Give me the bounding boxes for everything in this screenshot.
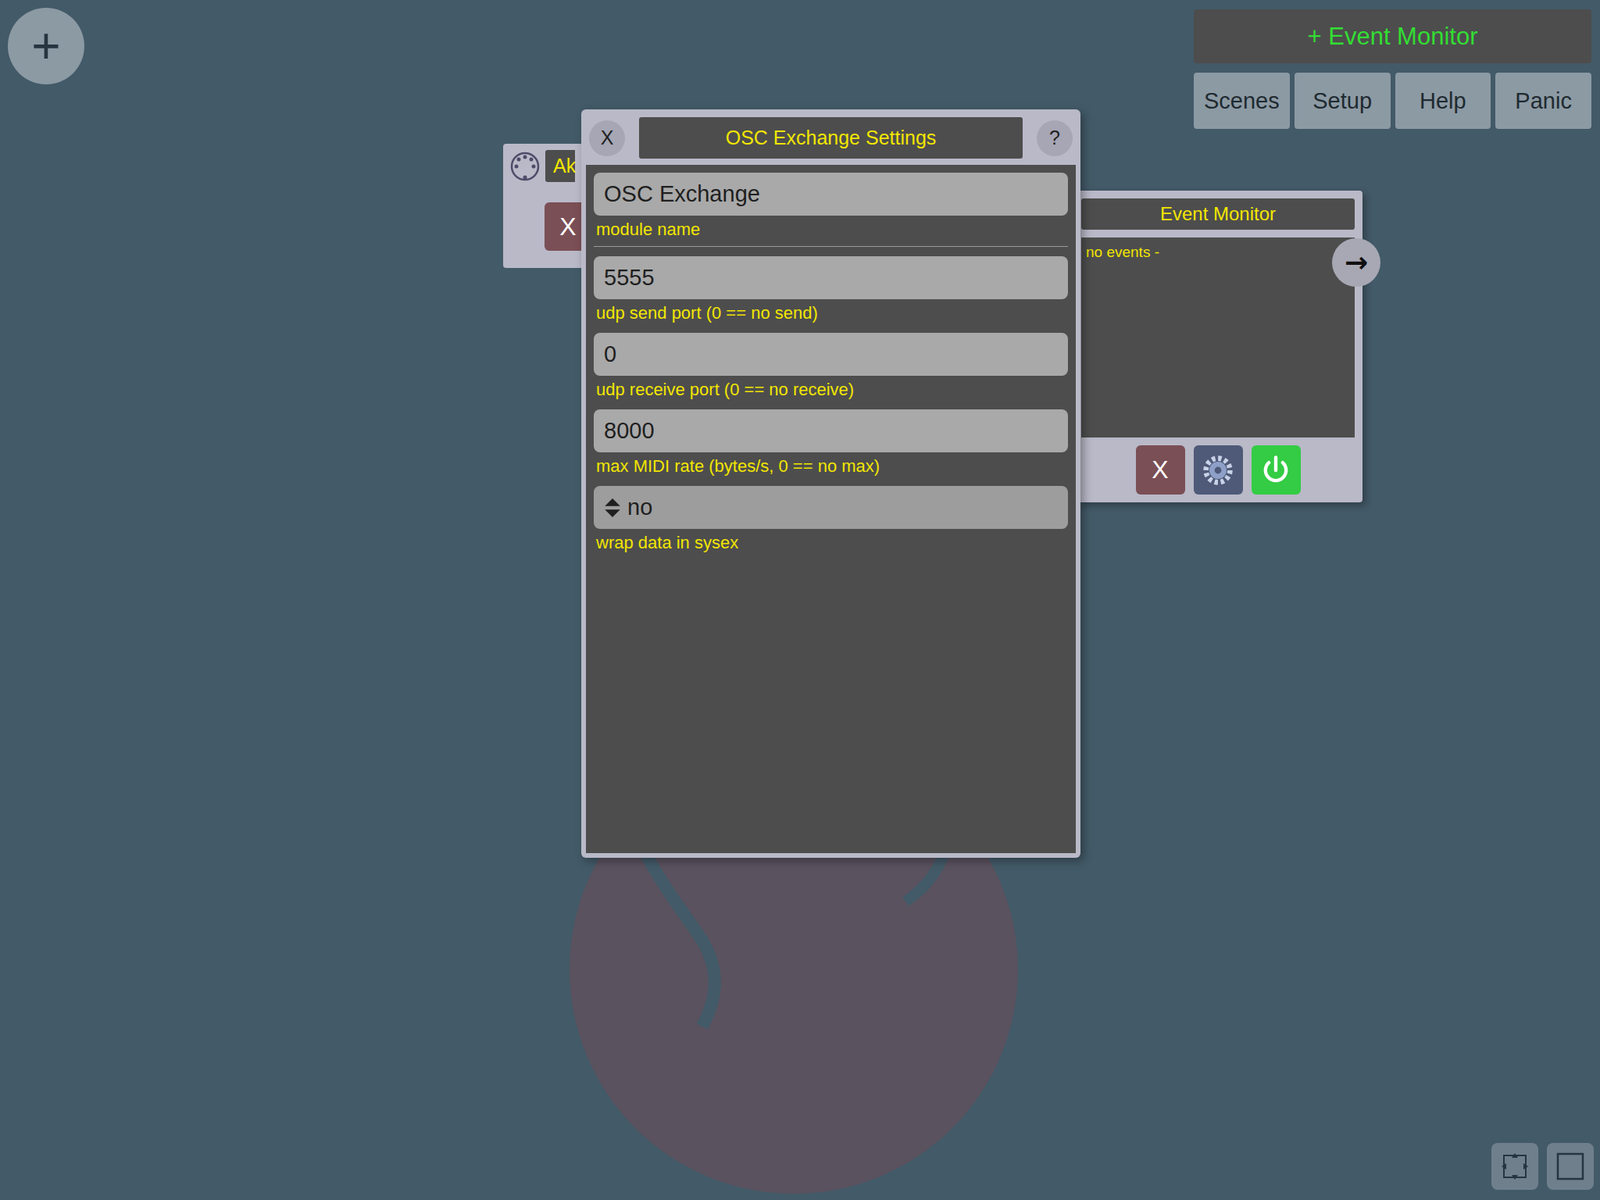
power-icon — [1258, 453, 1293, 488]
setting-row: 8000 max MIDI rate (bytes/s, 0 == no max) — [593, 409, 1068, 477]
settings-dialog: X OSC Exchange Settings? OSC Exchange modul… — [581, 109, 1081, 858]
updown-icon — [603, 497, 622, 518]
field-label: module name — [596, 219, 1066, 240]
module-name: Ak — [545, 150, 575, 183]
field-label: max MIDI rate (bytes/s, 0 == no max) — [596, 456, 1066, 477]
event-log: no events - — [1081, 237, 1355, 438]
field-label: udp send port (0 == no send) — [596, 303, 1066, 324]
help-button[interactable]: ? — [1036, 120, 1073, 157]
dialog-title: OSC Exchange Settings — [639, 117, 1023, 159]
canvas: + + Event Monitor ScenesSetupHelpPanic Ak X E… — [0, 0, 1600, 1200]
module-title: Event Monitor — [1081, 198, 1355, 230]
expand-icon — [1499, 1150, 1531, 1183]
field-label: wrap data in sysex — [596, 532, 1066, 554]
toolbar-button[interactable]: Panic — [1495, 72, 1592, 129]
settings-button[interactable] — [1193, 445, 1243, 495]
select-field[interactable]: no — [593, 485, 1068, 529]
text-field[interactable]: 8000 — [593, 409, 1068, 453]
fullscreen-button[interactable] — [1546, 1142, 1594, 1190]
text-field[interactable]: OSC Exchange — [593, 172, 1068, 216]
fit-view-button[interactable] — [1491, 1142, 1539, 1190]
output-arrow-button[interactable]: → — [1332, 238, 1381, 287]
close-button[interactable]: X — [1135, 445, 1186, 495]
view-controls — [1491, 1142, 1594, 1190]
text-field[interactable]: 0 — [593, 332, 1068, 376]
text-field[interactable]: 5555 — [593, 256, 1068, 300]
midi-module[interactable]: Ak X — [503, 143, 582, 268]
setting-row: 0 udp receive port (0 == no receive) — [593, 332, 1068, 400]
midi-port-icon — [509, 150, 541, 183]
toolbar-button[interactable]: Setup — [1294, 72, 1391, 129]
toolbar-button[interactable]: Scenes — [1193, 72, 1290, 129]
close-button[interactable]: X — [544, 202, 582, 251]
setting-row: 5555 udp send port (0 == no send) — [593, 256, 1068, 324]
square-icon — [1554, 1150, 1586, 1183]
toolbar-row: ScenesSetupHelpPanic — [1193, 72, 1592, 129]
toolbar: + Event Monitor ScenesSetupHelpPanic — [1193, 9, 1592, 129]
gear-icon — [1200, 453, 1236, 488]
power-button[interactable] — [1251, 445, 1301, 495]
event-monitor-module[interactable]: Event Monitorno events -X→ — [1076, 190, 1363, 503]
toolbar-button[interactable]: Help — [1395, 72, 1492, 129]
add-module-button[interactable]: + — [7, 7, 85, 85]
setting-row: OSC Exchange module name — [593, 172, 1068, 247]
add-event-monitor-button[interactable]: + Event Monitor — [1193, 9, 1592, 64]
field-label: udp receive port (0 == no receive) — [596, 379, 1066, 400]
setting-row: no wrap data in sysex — [593, 485, 1068, 554]
close-button[interactable]: X — [589, 120, 625, 157]
